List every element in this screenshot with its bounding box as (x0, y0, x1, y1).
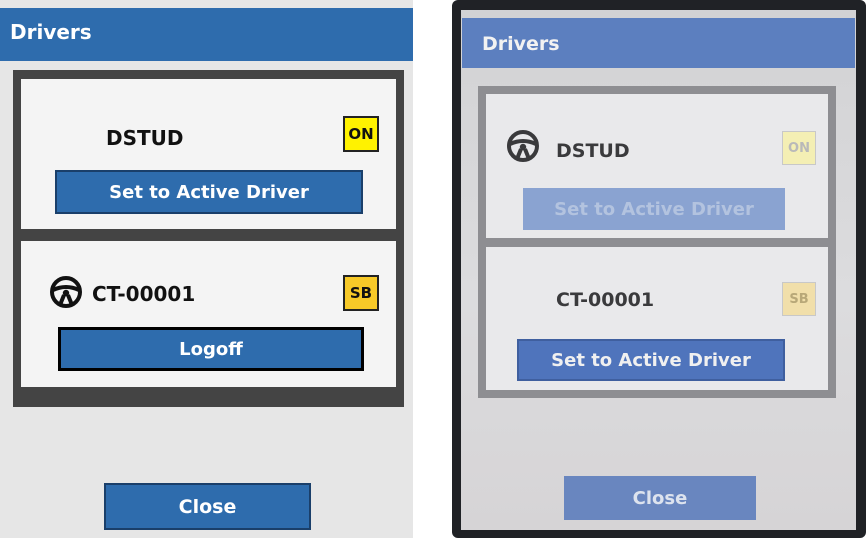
page-title: Drivers (482, 33, 560, 55)
steering-wheel-icon (507, 130, 539, 162)
set-active-driver-button[interactable]: Set to Active Driver (517, 339, 785, 381)
status-badge: ON (782, 131, 816, 165)
set-active-driver-button-disabled: Set to Active Driver (523, 188, 785, 230)
status-badge: ON (343, 116, 379, 152)
status-badge: SB (782, 282, 816, 316)
driver-name: CT-00001 (92, 282, 196, 306)
steering-wheel-icon (50, 276, 82, 308)
logoff-button[interactable]: Logoff (58, 327, 364, 371)
title-bar: Drivers (0, 8, 413, 61)
drivers-screen-right: Drivers DSTUD ON Set to Active Driver CT… (452, 0, 866, 538)
driver-name: DSTUD (556, 140, 630, 162)
set-active-driver-button[interactable]: Set to Active Driver (55, 170, 363, 214)
driver-card-ct-00001: CT-00001 SB Set to Active Driver (486, 247, 828, 390)
status-badge: SB (343, 275, 379, 311)
title-bar: Drivers (462, 18, 855, 68)
driver-name: CT-00001 (556, 289, 655, 311)
drivers-list: DSTUD ON Set to Active Driver CT-00001 S… (478, 86, 836, 398)
page-title: Drivers (10, 20, 92, 44)
drivers-list: DSTUD ON Set to Active Driver CT-00001 S… (13, 70, 404, 407)
close-button[interactable]: Close (104, 483, 311, 530)
close-button[interactable]: Close (564, 476, 756, 520)
driver-card-dstud: DSTUD ON Set to Active Driver (21, 79, 396, 229)
driver-card-ct-00001: CT-00001 SB Logoff (21, 241, 396, 387)
driver-card-dstud: DSTUD ON Set to Active Driver (486, 94, 828, 238)
drivers-screen-left: Drivers DSTUD ON Set to Active Driver CT… (0, 0, 413, 538)
driver-name: DSTUD (106, 126, 184, 150)
